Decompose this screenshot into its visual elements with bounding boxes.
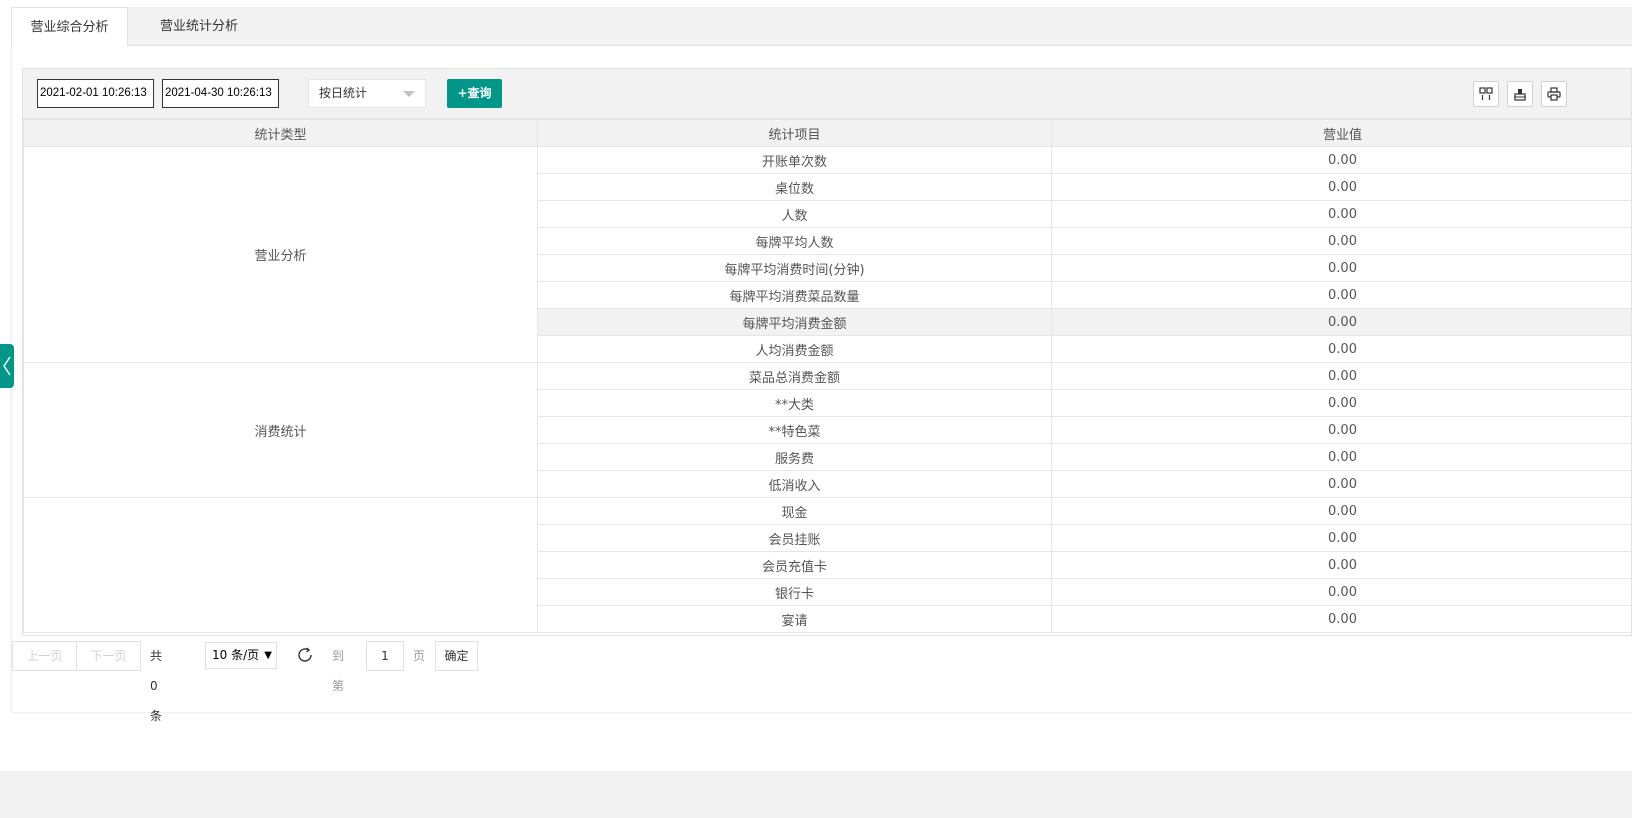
tab-business-overview[interactable]: 营业综合分析 — [11, 7, 128, 47]
end-date-input[interactable]: 2021-04-30 10:26:13 — [162, 79, 279, 108]
item-cell: 人均消费金额 — [537, 335, 1052, 363]
type-cell — [23, 497, 538, 633]
value-cell: 0.00 — [1051, 551, 1631, 579]
chevron-down-icon: ▼ — [264, 650, 272, 661]
goto-confirm-button[interactable]: 确定 — [435, 641, 478, 671]
item-cell: 会员挂账 — [537, 524, 1052, 552]
value-cell: 0.00 — [1051, 281, 1631, 309]
item-cell: 现金 — [537, 497, 1052, 525]
group-by-value: 按日统计 — [319, 86, 368, 100]
prev-page-button[interactable]: 上一页 — [12, 641, 77, 671]
value-cell: 0.00 — [1051, 524, 1631, 552]
value-cell: 0.00 — [1051, 470, 1631, 498]
refresh-icon — [298, 647, 312, 662]
footer-bar — [0, 771, 1632, 818]
item-cell: 每牌平均人数 — [537, 227, 1052, 255]
item-cell: 人数 — [537, 200, 1052, 228]
item-cell: 会员充值卡 — [537, 551, 1052, 579]
value-cell: 0.00 — [1051, 362, 1631, 390]
value-cell: 0.00 — [1051, 497, 1631, 525]
next-page-button[interactable]: 下一页 — [76, 641, 141, 671]
export-icon — [1514, 89, 1526, 101]
value-cell: 0.00 — [1051, 308, 1631, 336]
column-header-value[interactable]: 营业值 — [1051, 119, 1631, 147]
tab-business-statistics[interactable]: 营业统计分析 — [139, 7, 259, 47]
item-cell: 菜品总消费金额 — [537, 362, 1052, 390]
table-header-row: 统计类型 统计项目 营业值 — [23, 119, 1631, 147]
page-unit-label: 页 — [413, 649, 426, 663]
item-cell: 低消收入 — [537, 470, 1052, 498]
stats-table: 统计类型 统计项目 营业值 营业分析 开账单次数 0.00 桌位数 0.00 人… — [23, 119, 1631, 633]
value-cell: 0.00 — [1051, 146, 1631, 174]
tab-bar: 营业综合分析 营业统计分析 — [11, 7, 1632, 47]
item-cell: 每牌平均消费菜品数量 — [537, 281, 1052, 309]
toolbar: 2021-02-01 10:26:13 2021-04-30 10:26:13 … — [23, 69, 1631, 119]
chevron-left-icon — [3, 356, 11, 376]
item-cell: 每牌平均消费时间(分钟) — [537, 254, 1052, 282]
item-cell: 每牌平均消费金额 — [537, 308, 1052, 336]
value-cell: 0.00 — [1051, 200, 1631, 228]
page-size-value: 10 条/页 — [212, 648, 260, 662]
print-button[interactable] — [1541, 81, 1567, 107]
goto-label: 到第 — [332, 649, 345, 693]
item-cell: **特色菜 — [537, 416, 1052, 444]
page-size-select[interactable]: 10 条/页 ▼ — [205, 642, 277, 669]
column-header-type[interactable]: 统计类型 — [23, 119, 538, 147]
total-count: 共 0 条 — [150, 649, 163, 723]
export-button[interactable] — [1507, 81, 1533, 107]
value-cell: 0.00 — [1051, 254, 1631, 282]
column-header-item[interactable]: 统计项目 — [537, 119, 1052, 147]
value-cell: 0.00 — [1051, 443, 1631, 471]
value-cell: 0.00 — [1051, 335, 1631, 363]
start-date-input[interactable]: 2021-02-01 10:26:13 — [37, 79, 154, 108]
report-grid: 2021-02-01 10:26:13 2021-04-30 10:26:13 … — [22, 68, 1632, 636]
table-row[interactable]: 营业分析 开账单次数 0.00 — [23, 146, 1631, 363]
value-cell: 0.00 — [1051, 227, 1631, 255]
item-cell: 开账单次数 — [537, 146, 1052, 174]
columns-filter-button[interactable] — [1473, 81, 1499, 107]
columns-icon — [1479, 87, 1493, 100]
group-by-select[interactable]: 按日统计 — [308, 79, 426, 108]
table-row[interactable]: 现金 0.00 — [23, 497, 1631, 633]
value-cell: 0.00 — [1051, 578, 1631, 606]
page-number-input[interactable]: 1 — [366, 641, 404, 671]
item-cell: 桌位数 — [537, 173, 1052, 201]
item-cell: 宴请 — [537, 605, 1052, 633]
item-cell: **大类 — [537, 389, 1052, 417]
value-cell: 0.00 — [1051, 173, 1631, 201]
query-button[interactable]: +查询 — [447, 79, 502, 108]
value-cell: 0.00 — [1051, 416, 1631, 444]
value-cell: 0.00 — [1051, 605, 1631, 633]
value-cell: 0.00 — [1051, 389, 1631, 417]
item-cell: 银行卡 — [537, 578, 1052, 606]
table-row[interactable]: 消费统计 菜品总消费金额 0.00 — [23, 362, 1631, 498]
chevron-down-icon — [403, 91, 415, 97]
sidebar-toggle-button[interactable] — [0, 344, 14, 388]
print-icon — [1547, 87, 1561, 101]
refresh-button[interactable] — [296, 640, 314, 670]
type-cell: 消费统计 — [23, 362, 538, 498]
type-cell: 营业分析 — [23, 146, 538, 363]
item-cell: 服务费 — [537, 443, 1052, 471]
table-scroll-area[interactable]: 统计类型 统计项目 营业值 营业分析 开账单次数 0.00 桌位数 0.00 人… — [23, 119, 1631, 635]
